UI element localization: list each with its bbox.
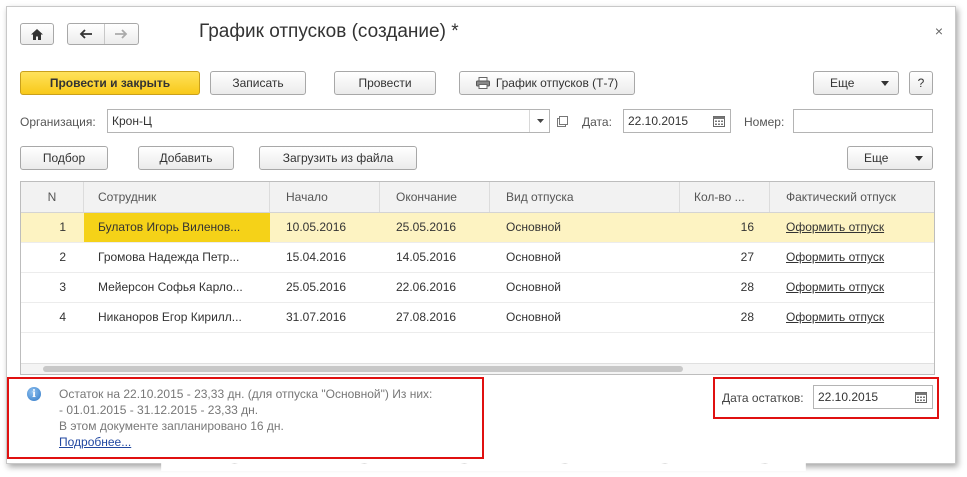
cell-days[interactable]: 28 xyxy=(680,303,770,332)
table-row[interactable]: 1 Булатов Игорь Виленов... 10.05.2016 25… xyxy=(21,213,934,243)
date-value: 22.10.2015 xyxy=(628,114,689,128)
organization-field[interactable]: Крон-Ц xyxy=(107,109,550,133)
cell-n: 4 xyxy=(59,310,66,324)
help-button[interactable]: ? xyxy=(909,71,933,95)
cell-start[interactable]: 15.04.2016 xyxy=(270,243,380,272)
cell-employee[interactable]: Булатов Игорь Виленов... xyxy=(84,213,270,242)
column-header-vacation-type[interactable]: Вид отпуска xyxy=(490,182,680,212)
date-label: Дата: xyxy=(582,115,612,129)
cell-days[interactable]: 28 xyxy=(680,273,770,302)
table-row[interactable]: 4 Никаноров Егор Кирилл... 31.07.2016 27… xyxy=(21,303,934,333)
post-and-close-button[interactable]: Провести и закрыть xyxy=(20,71,200,95)
balance-date-highlight-box xyxy=(713,377,939,419)
create-vacation-link[interactable]: Оформить отпуск xyxy=(770,243,934,272)
cell-start[interactable]: 10.05.2016 xyxy=(270,213,380,242)
cell-end[interactable]: 14.05.2016 xyxy=(380,243,490,272)
post-button[interactable]: Провести xyxy=(334,71,436,95)
more-label: Еще xyxy=(830,76,855,90)
arrow-left-icon xyxy=(79,29,92,39)
document-window: График отпусков (создание) * × Провести … xyxy=(6,6,956,464)
dropdown-arrow-icon xyxy=(915,156,923,161)
column-header-actual-vacation[interactable]: Фактический отпуск xyxy=(770,182,934,212)
cell-n: 2 xyxy=(59,250,66,264)
cell-start[interactable]: 25.05.2016 xyxy=(270,273,380,302)
cell-vacation-type[interactable]: Основной xyxy=(490,213,680,242)
cell-vacation-type[interactable]: Основной xyxy=(490,243,680,272)
column-header-employee[interactable]: Сотрудник xyxy=(84,182,270,212)
cell-employee[interactable]: Мейерсон Софья Карло... xyxy=(84,273,270,302)
cell-employee[interactable]: Никаноров Егор Кирилл... xyxy=(84,303,270,332)
info-highlight-box xyxy=(7,377,484,459)
table-row[interactable]: 3 Мейерсон Софья Карло... 25.05.2016 22.… xyxy=(21,273,934,303)
cell-vacation-type[interactable]: Основной xyxy=(490,273,680,302)
table-more-label: Еще xyxy=(864,151,889,165)
cell-n: 3 xyxy=(59,280,66,294)
column-header-n[interactable]: N xyxy=(21,182,84,212)
close-icon[interactable]: × xyxy=(935,23,943,39)
organization-dropdown-button[interactable] xyxy=(529,110,550,132)
add-button[interactable]: Добавить xyxy=(138,146,234,170)
load-from-file-button[interactable]: Загрузить из файла xyxy=(259,146,417,170)
print-t7-button[interactable]: График отпусков (Т-7) xyxy=(459,71,635,95)
organization-open-button[interactable] xyxy=(555,114,569,128)
dropdown-arrow-icon xyxy=(536,119,544,123)
vacation-schedule-table: N Сотрудник Начало Окончание Вид отпуска… xyxy=(20,181,935,375)
scrollbar-thumb[interactable] xyxy=(43,366,683,372)
cell-end[interactable]: 22.06.2016 xyxy=(380,273,490,302)
cell-n: 1 xyxy=(59,220,66,234)
history-nav xyxy=(67,23,139,45)
create-vacation-link[interactable]: Оформить отпуск xyxy=(770,213,934,242)
date-calendar-button[interactable] xyxy=(710,112,728,130)
arrow-right-icon xyxy=(115,29,128,39)
cell-end[interactable]: 25.05.2016 xyxy=(380,213,490,242)
cell-end[interactable]: 27.08.2016 xyxy=(380,303,490,332)
column-header-start[interactable]: Начало xyxy=(270,182,380,212)
create-vacation-link[interactable]: Оформить отпуск xyxy=(770,273,934,302)
number-label: Номер: xyxy=(744,115,785,129)
select-button[interactable]: Подбор xyxy=(20,146,108,170)
open-icon xyxy=(556,115,568,127)
torn-edge-decoration xyxy=(161,459,806,471)
back-button[interactable] xyxy=(68,24,105,44)
table-header: N Сотрудник Начало Окончание Вид отпуска… xyxy=(21,182,934,213)
table-row[interactable]: 2 Громова Надежда Петр... 15.04.2016 14.… xyxy=(21,243,934,273)
column-header-end[interactable]: Окончание xyxy=(380,182,490,212)
forward-button[interactable] xyxy=(104,24,138,44)
print-t7-label: График отпусков (Т-7) xyxy=(495,76,619,90)
dropdown-arrow-icon xyxy=(881,81,889,86)
column-header-days[interactable]: Кол-во ... xyxy=(680,182,770,212)
organization-value: Крон-Ц xyxy=(112,114,152,128)
cell-employee[interactable]: Громова Надежда Петр... xyxy=(84,243,270,272)
save-button[interactable]: Записать xyxy=(210,71,306,95)
horizontal-scrollbar[interactable] xyxy=(21,363,934,374)
window-title: График отпусков (создание) * xyxy=(199,21,459,42)
cell-vacation-type[interactable]: Основной xyxy=(490,303,680,332)
table-more-button[interactable]: Еще xyxy=(847,146,933,170)
cell-start[interactable]: 31.07.2016 xyxy=(270,303,380,332)
home-button[interactable] xyxy=(20,23,54,45)
number-field[interactable] xyxy=(793,109,933,133)
create-vacation-link[interactable]: Оформить отпуск xyxy=(770,303,934,332)
printer-icon xyxy=(475,77,490,89)
organization-label: Организация: xyxy=(20,115,96,129)
home-icon xyxy=(31,28,43,40)
more-button[interactable]: Еще xyxy=(813,71,899,95)
calendar-icon xyxy=(713,115,725,127)
cell-days[interactable]: 16 xyxy=(680,213,770,242)
cell-days[interactable]: 27 xyxy=(680,243,770,272)
